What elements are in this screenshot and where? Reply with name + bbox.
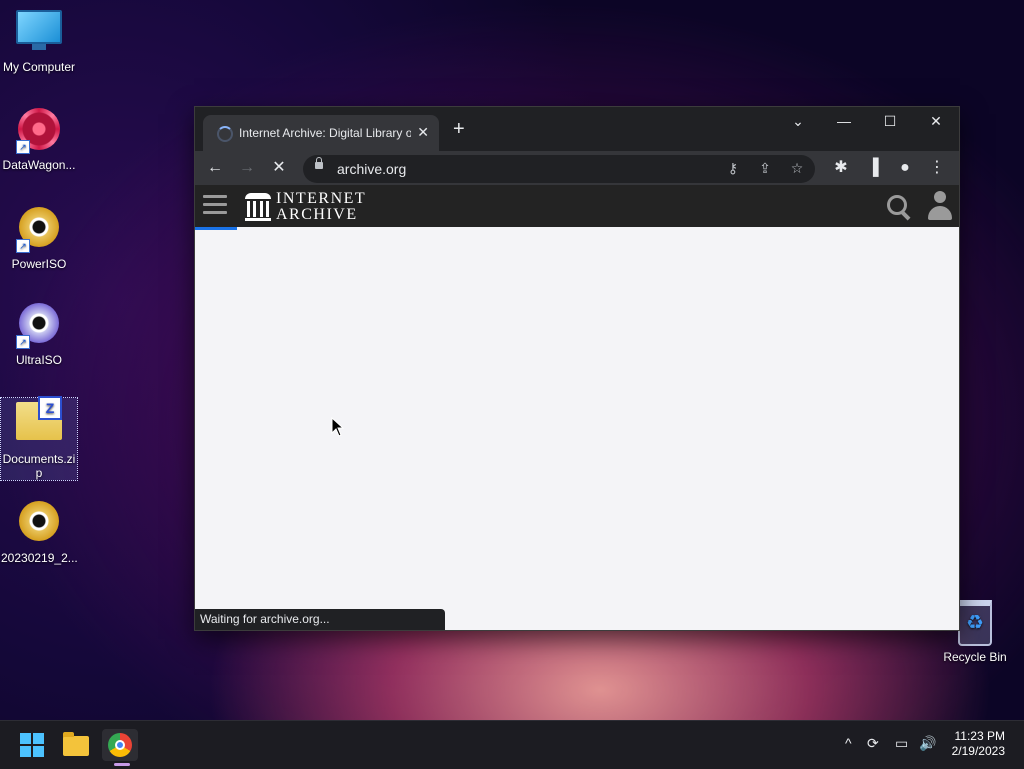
- desktop-icon-disc-image[interactable]: 20230219_2...: [1, 498, 78, 565]
- extensions-icon[interactable]: ✱: [829, 157, 853, 179]
- chrome-icon: [108, 733, 132, 757]
- tab-title: Internet Archive: Digital Library of Fre…: [239, 126, 411, 140]
- lock-icon[interactable]: [315, 157, 323, 169]
- desktop-icon-label: Documents.zip: [2, 452, 76, 480]
- desktop-icon-poweriso[interactable]: ↗ PowerISO: [1, 204, 77, 271]
- desktop-icon-ultraiso[interactable]: ↗ UltraISO: [1, 300, 77, 367]
- taskbar-clock[interactable]: 11:23 PM 2/19/2023: [952, 729, 1005, 759]
- active-app-indicator: [114, 763, 130, 766]
- desktop-icon-label: UltraISO: [15, 353, 62, 367]
- side-panel-icon[interactable]: ▐: [861, 157, 885, 179]
- close-window-button[interactable]: ✕: [913, 113, 959, 130]
- tab-internet-archive[interactable]: Internet Archive: Digital Library of Fre…: [203, 115, 439, 151]
- menu-kebab-icon[interactable]: ⋮: [925, 157, 949, 179]
- shortcut-arrow-icon: ↗: [16, 335, 30, 349]
- browser-window: Internet Archive: Digital Library of Fre…: [194, 106, 960, 631]
- forward-button[interactable]: →: [235, 157, 259, 179]
- browser-toolbar: ← → ✕ archive.org ⚷ ⇪ ☆ ✱ ▐ ● ⋮: [195, 151, 959, 185]
- tray-overflow-chevron-icon[interactable]: ^: [845, 735, 852, 751]
- chrome-taskbar-button[interactable]: [102, 729, 138, 761]
- clock-time: 11:23 PM: [954, 729, 1005, 743]
- desktop-icon-label: My Computer: [2, 60, 76, 74]
- minimize-button[interactable]: —: [821, 113, 867, 129]
- tab-close-icon[interactable]: ✕: [417, 124, 429, 141]
- shortcut-arrow-icon: ↗: [16, 140, 30, 154]
- internet-archive-logo[interactable]: INTERNET ARCHIVE: [245, 191, 385, 225]
- desktop-icon-my-computer[interactable]: My Computer: [1, 10, 77, 74]
- new-tab-button[interactable]: +: [453, 119, 465, 139]
- archive-temple-icon: [245, 193, 271, 221]
- ia-top-nav: INTERNET ARCHIVE: [195, 185, 959, 227]
- bookmark-star-icon[interactable]: ☆: [787, 160, 807, 177]
- stop-loading-button[interactable]: ✕: [267, 157, 291, 179]
- page-content: INTERNET ARCHIVE Waiting for archive.org…: [195, 185, 959, 630]
- disc-image-icon: [16, 501, 62, 547]
- taskbar: ^ ⟳ ▭ 🔊 11:23 PM 2/19/2023: [0, 720, 1024, 769]
- desktop-icon-datawagon[interactable]: ↗ DataWagon...: [1, 106, 77, 172]
- start-button[interactable]: [14, 729, 50, 761]
- desktop-icon-label: PowerISO: [11, 257, 67, 271]
- zip-folder-icon: Z: [16, 396, 62, 448]
- desktop-icon-label: Recycle Bin: [943, 650, 1007, 664]
- ultraiso-icon: ↗: [16, 303, 62, 349]
- windows-logo-icon: [20, 733, 44, 757]
- tab-strip: Internet Archive: Digital Library of Fre…: [195, 107, 959, 151]
- loading-progress-bar: [195, 227, 237, 230]
- tab-search-button[interactable]: ⌄: [775, 113, 821, 130]
- user-account-icon[interactable]: [927, 191, 953, 221]
- file-explorer-button[interactable]: [58, 729, 94, 761]
- shortcut-arrow-icon: ↗: [16, 239, 30, 253]
- computer-icon: [16, 10, 62, 56]
- logo-line-2: ARCHIVE: [276, 206, 358, 223]
- loading-spinner-icon: [217, 126, 233, 142]
- folder-icon: [63, 732, 89, 756]
- datawagon-icon: ↗: [16, 108, 62, 154]
- desktop-icon-label: 20230219_2...: [1, 551, 78, 565]
- sync-icon[interactable]: ⟳: [867, 735, 879, 752]
- network-icon[interactable]: ▭: [895, 735, 908, 752]
- maximize-button[interactable]: ☐: [867, 113, 913, 130]
- status-bubble: Waiting for archive.org...: [195, 609, 445, 630]
- mouse-cursor-icon: [331, 417, 345, 437]
- desktop-icon-label: DataWagon...: [2, 158, 76, 172]
- address-bar[interactable]: archive.org ⚷ ⇪ ☆: [303, 155, 815, 183]
- key-icon[interactable]: ⚷: [723, 160, 743, 177]
- search-icon[interactable]: [885, 193, 913, 221]
- clock-date: 2/19/2023: [951, 744, 1005, 758]
- url-text[interactable]: archive.org: [337, 161, 406, 177]
- desktop-icon-documents-zip[interactable]: Z Documents.zip: [0, 396, 78, 481]
- hamburger-menu-icon[interactable]: [203, 195, 227, 215]
- back-button[interactable]: ←: [203, 157, 227, 179]
- volume-icon[interactable]: 🔊: [919, 735, 936, 752]
- logo-line-1: INTERNET: [276, 190, 367, 207]
- profile-icon[interactable]: ●: [893, 157, 917, 179]
- poweriso-icon: ↗: [16, 207, 62, 253]
- share-icon[interactable]: ⇪: [755, 160, 775, 177]
